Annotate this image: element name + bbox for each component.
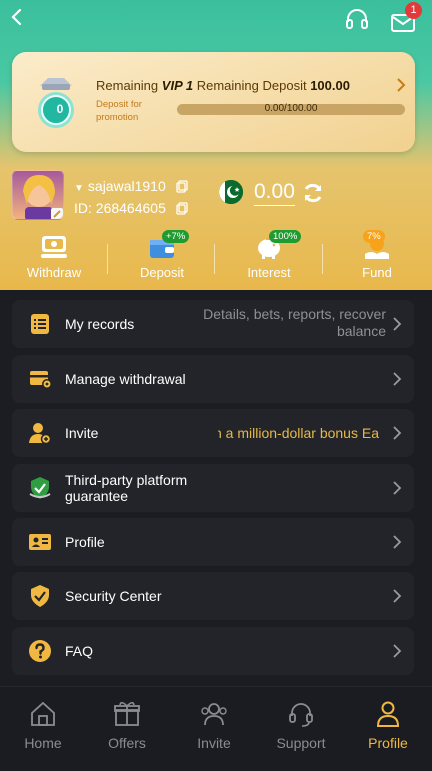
- menu-label: Invite: [65, 425, 99, 441]
- shield-check-icon: [29, 477, 51, 499]
- user-id: ID: 268464605: [74, 200, 188, 216]
- messages-button[interactable]: 1: [388, 2, 424, 36]
- withdraw-label: Withdraw: [26, 265, 82, 280]
- withdraw-button[interactable]: Withdraw: [0, 230, 108, 286]
- chevron-right-icon: [393, 426, 402, 440]
- menu-label: Manage withdrawal: [65, 371, 186, 387]
- refresh-icon[interactable]: [301, 181, 325, 205]
- group-users-icon: [201, 703, 227, 726]
- nav-support[interactable]: Support: [258, 687, 344, 771]
- support-headset-icon: [289, 703, 313, 727]
- menu-item-manage-withdrawal[interactable]: Manage withdrawal: [12, 355, 414, 403]
- deposit-label: Deposit: [139, 265, 185, 280]
- nav-profile[interactable]: Profile: [345, 687, 431, 771]
- nav-label: Profile: [368, 735, 408, 751]
- card-settings-icon: [30, 371, 52, 389]
- chevron-right-icon: [393, 317, 402, 331]
- chevron-right-icon: [393, 372, 402, 386]
- security-shield-icon: [31, 585, 49, 607]
- copy-icon[interactable]: [175, 180, 188, 193]
- chevron-right-icon: [393, 644, 402, 658]
- menu-item-security-center[interactable]: Security Center: [12, 572, 414, 620]
- menu-label: My records: [65, 316, 135, 332]
- menu-item-profile[interactable]: Profile: [12, 518, 414, 566]
- deposit-button[interactable]: +7% Deposit: [108, 230, 216, 286]
- chevron-right-icon: [393, 535, 402, 549]
- profile-menu: My records Details, bets, reports, recov…: [0, 290, 432, 686]
- nav-label: Invite: [197, 735, 231, 751]
- username: ▼ sajawal1910: [74, 178, 188, 194]
- vip-progress-bar: 0.00/100.00: [177, 103, 405, 115]
- id-card-icon: [29, 534, 51, 550]
- interest-button[interactable]: 100% Interest: [215, 230, 323, 286]
- vip-level-number: 0: [56, 102, 64, 116]
- nav-home[interactable]: Home: [0, 687, 86, 771]
- avatar-image: [23, 175, 63, 219]
- menu-item-invite[interactable]: Invite n a million-dollar bonus Ea: [12, 409, 414, 457]
- vip-progress-text: 0.00/100.00: [264, 103, 318, 114]
- menu-item-faq[interactable]: FAQ: [12, 627, 414, 675]
- caret-down-icon: ▼: [74, 183, 84, 194]
- copy-icon[interactable]: [176, 202, 188, 215]
- bottom-navigation: Home Offers Invite Support Profile: [0, 686, 432, 771]
- invite-marquee: n a million-dollar bonus Ea: [218, 425, 379, 441]
- profile-header: 1 0 Remaining VIP 1 Remaining Deposit 10…: [0, 0, 432, 290]
- deposit-bonus-tag: +7%: [162, 230, 190, 243]
- vip-note: Deposit for promotion: [96, 99, 142, 123]
- profile-user-icon: [376, 701, 400, 727]
- interest-label: Interest: [247, 265, 291, 280]
- fund-rate-tag: 7%: [363, 230, 385, 243]
- wallet-balance: 0.00: [254, 180, 295, 206]
- menu-label: Profile: [65, 534, 105, 550]
- vip-status-text: Remaining VIP 1 Remaining Deposit 100.00: [96, 78, 350, 93]
- chevron-right-icon: [397, 78, 406, 92]
- chevron-right-icon: [393, 481, 402, 495]
- avatar[interactable]: [12, 170, 64, 220]
- menu-label: FAQ: [65, 643, 94, 659]
- menu-item-my-records[interactable]: My records Details, bets, reports, recov…: [12, 300, 414, 348]
- nav-label: Offers: [108, 735, 146, 751]
- gift-icon: [114, 701, 140, 726]
- fund-label: Fund: [362, 265, 392, 280]
- home-icon: [31, 701, 55, 726]
- menu-item-third-party-guarantee[interactable]: Third-party platform guarantee: [12, 464, 414, 512]
- back-arrow-icon[interactable]: [6, 6, 28, 28]
- interest-rate-tag: 100%: [269, 230, 302, 243]
- nav-invite[interactable]: Invite: [171, 687, 257, 771]
- fund-button[interactable]: 7% Fund: [323, 230, 431, 286]
- vip-card[interactable]: 0 Remaining VIP 1 Remaining Deposit 100.…: [12, 52, 415, 152]
- nav-label: Home: [24, 735, 62, 751]
- nav-offers[interactable]: Offers: [84, 687, 170, 771]
- invite-user-icon: [29, 423, 52, 445]
- menu-sublabel: Details, bets, reports, recover balance: [203, 306, 386, 339]
- pakistan-flag-icon: [219, 180, 243, 204]
- chevron-right-icon: [393, 589, 402, 603]
- headphones-icon[interactable]: [344, 6, 370, 32]
- atm-withdraw-icon: [41, 236, 67, 258]
- notification-badge: 1: [405, 2, 422, 19]
- nav-label: Support: [276, 735, 326, 751]
- question-mark-icon: [29, 640, 51, 662]
- records-list-icon: [31, 314, 49, 334]
- menu-label: Third-party platform guarantee: [65, 472, 188, 504]
- menu-label: Security Center: [65, 588, 162, 604]
